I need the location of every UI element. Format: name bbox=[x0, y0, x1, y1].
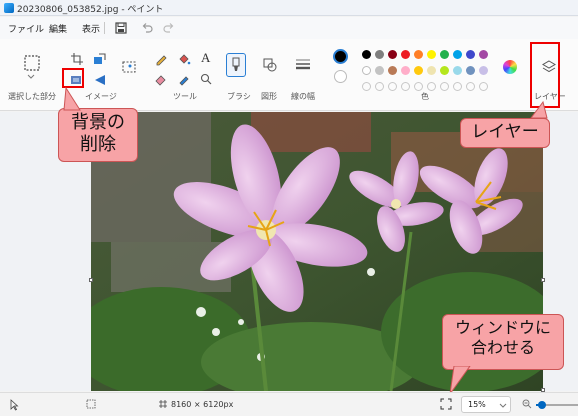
custom-color-slot[interactable] bbox=[362, 82, 371, 91]
text-tool-icon[interactable]: A bbox=[201, 50, 210, 66]
save-icon[interactable] bbox=[114, 21, 128, 35]
fill-bucket-icon[interactable] bbox=[177, 52, 191, 66]
secondary-color-swatch[interactable] bbox=[334, 70, 347, 83]
fit-window-callout: ウィンドウに 合わせる bbox=[442, 314, 564, 370]
color-swatch[interactable] bbox=[388, 50, 397, 59]
ribbon-toolbar: 選択した部分 イメージ A ツール ブラシ 図形 線の幅 色 レイヤー bbox=[0, 39, 578, 111]
remove-background-highlight bbox=[62, 68, 84, 88]
color-swatch[interactable] bbox=[453, 50, 462, 59]
color-swatch[interactable] bbox=[427, 50, 436, 59]
undo-icon[interactable] bbox=[140, 21, 154, 35]
layers-callout: レイヤー bbox=[460, 118, 550, 148]
color-swatch[interactable] bbox=[362, 50, 371, 59]
color-swatch[interactable] bbox=[466, 50, 475, 59]
background-removal-callout: 背景の 削除 bbox=[58, 108, 138, 162]
color-swatch[interactable] bbox=[427, 66, 436, 75]
group-label-tools: ツール bbox=[173, 92, 197, 101]
image-tool-icon[interactable] bbox=[121, 59, 137, 75]
custom-color-slot[interactable] bbox=[479, 82, 488, 91]
color-swatch[interactable] bbox=[362, 66, 371, 75]
eraser-icon[interactable] bbox=[154, 72, 168, 86]
zoom-select[interactable]: 15% bbox=[461, 396, 511, 413]
group-label-line-width: 線の幅 bbox=[291, 92, 315, 101]
selection-icon[interactable] bbox=[23, 54, 41, 72]
menu-file[interactable]: ファイル bbox=[8, 22, 44, 35]
callout-pointer bbox=[530, 100, 548, 119]
paint-app-icon bbox=[4, 3, 14, 13]
custom-color-slot[interactable] bbox=[401, 82, 410, 91]
color-swatch[interactable] bbox=[440, 66, 449, 75]
image-size-icon bbox=[159, 400, 167, 408]
color-swatch[interactable] bbox=[466, 66, 475, 75]
color-swatch[interactable] bbox=[401, 66, 410, 75]
brush-icon bbox=[232, 57, 240, 71]
color-swatch[interactable] bbox=[375, 66, 384, 75]
group-label-colors: 色 bbox=[421, 92, 429, 101]
line-width-icon[interactable] bbox=[294, 57, 312, 71]
custom-color-slot[interactable] bbox=[440, 82, 449, 91]
zoom-slider-thumb[interactable] bbox=[538, 401, 546, 409]
rotate-icon[interactable] bbox=[93, 73, 107, 87]
color-swatch[interactable] bbox=[388, 66, 397, 75]
cursor-position-icon bbox=[10, 399, 19, 411]
color-swatch[interactable] bbox=[453, 66, 462, 75]
color-swatch[interactable] bbox=[401, 50, 410, 59]
color-swatch[interactable] bbox=[440, 50, 449, 59]
edit-colors-icon[interactable] bbox=[503, 60, 517, 74]
group-label-brushes: ブラシ bbox=[227, 92, 251, 101]
pencil-icon[interactable] bbox=[154, 52, 168, 66]
chevron-down-icon[interactable] bbox=[27, 74, 35, 80]
custom-color-slot[interactable] bbox=[414, 82, 423, 91]
custom-color-slot[interactable] bbox=[427, 82, 436, 91]
group-label-selection: 選択した部分 bbox=[8, 92, 56, 101]
layers-highlight bbox=[530, 42, 560, 108]
status-bar: 8160 × 6120px 15% bbox=[0, 392, 578, 416]
callout-pointer bbox=[63, 86, 81, 111]
shapes-icon[interactable] bbox=[262, 57, 278, 73]
redo-icon[interactable] bbox=[162, 21, 176, 35]
menu-separator bbox=[104, 22, 105, 34]
custom-color-slot[interactable] bbox=[388, 82, 397, 91]
brush-button[interactable] bbox=[226, 53, 246, 77]
resize-handle-left[interactable] bbox=[89, 278, 93, 282]
resize-icon[interactable] bbox=[93, 52, 107, 66]
custom-color-slot[interactable] bbox=[375, 82, 384, 91]
primary-color-swatch[interactable] bbox=[333, 49, 348, 64]
color-picker-icon[interactable] bbox=[177, 72, 191, 86]
menu-view[interactable]: 表示 bbox=[82, 22, 100, 35]
window-title: 20230806_053852.jpg - ペイント bbox=[17, 5, 164, 15]
custom-color-slot[interactable] bbox=[453, 82, 462, 91]
magnifier-icon[interactable] bbox=[199, 72, 213, 86]
resize-handle-right[interactable] bbox=[541, 278, 545, 282]
crop-icon[interactable] bbox=[70, 52, 84, 66]
color-swatch[interactable] bbox=[414, 66, 423, 75]
group-label-shapes: 図形 bbox=[261, 92, 277, 101]
color-swatch[interactable] bbox=[479, 66, 488, 75]
group-label-image: イメージ bbox=[85, 92, 117, 101]
fit-to-window-icon[interactable] bbox=[440, 398, 452, 410]
menu-bar: ファイル 編集 表示 bbox=[0, 17, 578, 39]
image-size-text: 8160 × 6120px bbox=[171, 400, 234, 409]
menu-edit[interactable]: 編集 bbox=[49, 22, 67, 35]
selection-size-icon bbox=[86, 399, 96, 409]
color-swatch[interactable] bbox=[414, 50, 423, 59]
title-bar: 20230806_053852.jpg - ペイント bbox=[0, 0, 578, 16]
zoom-out-icon[interactable] bbox=[522, 399, 532, 409]
color-swatch[interactable] bbox=[479, 50, 488, 59]
chevron-down-icon bbox=[499, 403, 507, 408]
zoom-value: 15% bbox=[468, 400, 486, 409]
color-swatch[interactable] bbox=[375, 50, 384, 59]
custom-color-slot[interactable] bbox=[466, 82, 475, 91]
